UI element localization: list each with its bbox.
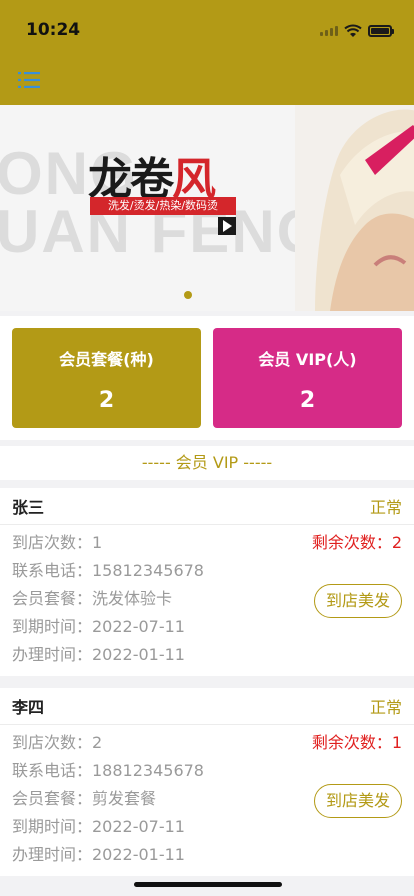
model-photo [295, 105, 414, 311]
member-name: 李四 [12, 698, 45, 717]
status-icons [320, 24, 394, 38]
signal-icon [320, 26, 338, 36]
member-card: 张三 正常 到店次数：1 联系电话：15812345678 会员套餐：洗发体验卡… [0, 488, 414, 676]
phone: 联系电话：15812345678 [12, 561, 204, 580]
section-title: ----- 会员 VIP ----- [0, 446, 414, 480]
member-card: 李四 正常 到店次数：2 联系电话：18812345678 会员套餐：剪发套餐 … [0, 688, 414, 876]
home-indicator [134, 882, 282, 887]
stat-label: 会员套餐(种) [59, 350, 154, 369]
battery-icon [368, 25, 394, 37]
stat-value: 2 [299, 388, 316, 413]
stat-label: 会员 VIP(人) [258, 350, 357, 369]
menu-list-icon[interactable] [17, 68, 41, 92]
member-name: 张三 [12, 498, 45, 517]
remaining-count: 剩余次数：2 [311, 533, 402, 552]
created-date: 办理时间：2022-01-11 [12, 645, 185, 664]
phone: 联系电话：18812345678 [12, 761, 204, 780]
remaining-count: 剩余次数：1 [311, 733, 402, 752]
status-badge: 正常 [369, 698, 402, 717]
stats-panel: 会员套餐(种) 2 会员 VIP(人) 2 [0, 316, 414, 440]
status-time: 10:24 [26, 20, 81, 40]
visit-store-button[interactable]: 到店美发 [314, 584, 402, 618]
visit-store-button[interactable]: 到店美发 [314, 784, 402, 818]
stat-card-vip[interactable]: 会员 VIP(人) 2 [213, 328, 402, 428]
created-date: 办理时间：2022-01-11 [12, 845, 185, 864]
top-bar: 10:24 [0, 0, 414, 105]
promo-banner[interactable]: ONG UAN FENG 龙卷风 洗发/烫发/热染/数码烫 [0, 105, 414, 311]
wifi-icon [344, 24, 362, 37]
stat-value: 2 [98, 388, 115, 413]
brand-tagline: 洗发/烫发/热染/数码烫 [90, 197, 236, 215]
stat-card-packages[interactable]: 会员套餐(种) 2 [12, 328, 201, 428]
carousel-dot[interactable] [184, 291, 192, 299]
status-badge: 正常 [369, 498, 402, 517]
arrow-icon [218, 217, 236, 235]
